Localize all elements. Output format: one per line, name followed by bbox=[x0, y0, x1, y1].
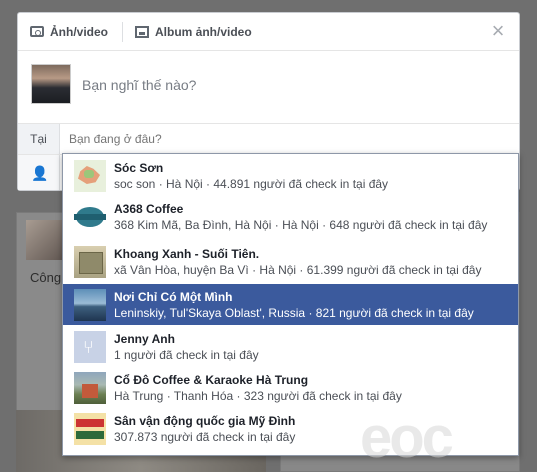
place-thumbnail bbox=[74, 288, 106, 321]
place-thumbnail bbox=[74, 331, 106, 363]
tag-friends-button[interactable]: 👤 bbox=[18, 155, 60, 190]
place-detail: Hà Trung · Thanh Hóa · 323 người đã chec… bbox=[114, 389, 402, 403]
tab-photo-video[interactable]: Ảnh/video bbox=[30, 25, 108, 39]
composer-tabs: Ảnh/video Album ảnh/video × bbox=[18, 13, 519, 51]
place-thumbnail bbox=[74, 246, 106, 278]
place-detail: 368 Kim Mã, Ba Đình, Hà Nội · Hà Nội · 6… bbox=[114, 218, 488, 232]
place-item-a368-coffee[interactable]: A368 Coffee 368 Kim Mã, Ba Đình, Hà Nội … bbox=[63, 197, 518, 237]
album-icon bbox=[135, 25, 150, 38]
place-thumbnail bbox=[74, 160, 106, 192]
place-detail: Leninskiy, Tul'Skaya Oblast', Russia · 8… bbox=[114, 305, 474, 320]
place-item-noi-chi-co-mot-minh[interactable]: Nơi Chỉ Có Một Mình Leninskiy, Tul'Skaya… bbox=[63, 284, 518, 325]
place-thumbnail bbox=[74, 201, 106, 233]
place-item-my-dinh-stadium[interactable]: Sân vận động quốc gia Mỹ Đình 307.873 ng… bbox=[63, 409, 518, 449]
camera-icon bbox=[30, 26, 44, 37]
place-thumbnail bbox=[74, 372, 106, 404]
tag-person-icon: 👤 bbox=[31, 165, 49, 181]
tab-album-label: Album ảnh/video bbox=[155, 24, 252, 39]
tab-photo-video-label: Ảnh/video bbox=[50, 24, 109, 39]
tab-divider bbox=[122, 21, 124, 42]
place-name: Sóc Sơn bbox=[114, 161, 164, 175]
place-thumbnail bbox=[74, 413, 106, 445]
place-detail: soc son · Hà Nội · 44.891 người đã check… bbox=[114, 177, 389, 191]
place-detail: 307.873 người đã check in tại đây bbox=[114, 430, 296, 444]
place-name: Sân vận động quốc gia Mỹ Đình bbox=[114, 414, 296, 428]
place-item-jenny-anh[interactable]: Jenny Anh 1 người đã check in tại đây bbox=[63, 327, 518, 367]
place-name: Nơi Chỉ Có Một Mình bbox=[114, 289, 233, 304]
place-name: A368 Coffee bbox=[114, 202, 184, 216]
location-suggestions: Sóc Sơn soc son · Hà Nội · 44.891 người … bbox=[62, 153, 519, 456]
status-input[interactable]: Bạn nghĩ thế nào? bbox=[82, 77, 196, 93]
avatar bbox=[31, 64, 71, 104]
status-row: Bạn nghĩ thế nào? bbox=[18, 51, 519, 123]
place-name: Khoang Xanh - Suối Tiên. bbox=[114, 247, 260, 261]
place-item-khoang-xanh[interactable]: Khoang Xanh - Suối Tiên. xã Vân Hòa, huy… bbox=[63, 242, 518, 282]
location-input[interactable] bbox=[69, 124, 369, 154]
close-icon[interactable]: × bbox=[489, 20, 507, 42]
location-row: Tại bbox=[18, 123, 519, 154]
place-detail: 1 người đã check in tại đây bbox=[114, 348, 259, 362]
place-name: Cổ Đô Coffee & Karaoke Hà Trung bbox=[114, 373, 309, 387]
background-post-text: Công bbox=[30, 270, 62, 285]
place-item-co-do-coffee[interactable]: Cổ Đô Coffee & Karaoke Hà Trung Hà Trung… bbox=[63, 368, 518, 408]
background-avatar bbox=[26, 220, 66, 260]
tab-album[interactable]: Album ảnh/video bbox=[135, 25, 252, 39]
place-detail: xã Vân Hòa, huyện Ba Vì · Hà Nội · 61.39… bbox=[114, 263, 482, 277]
place-item-soc-son[interactable]: Sóc Sơn soc son · Hà Nội · 44.891 người … bbox=[63, 156, 518, 196]
place-name: Jenny Anh bbox=[114, 332, 175, 346]
location-label: Tại bbox=[18, 124, 60, 154]
